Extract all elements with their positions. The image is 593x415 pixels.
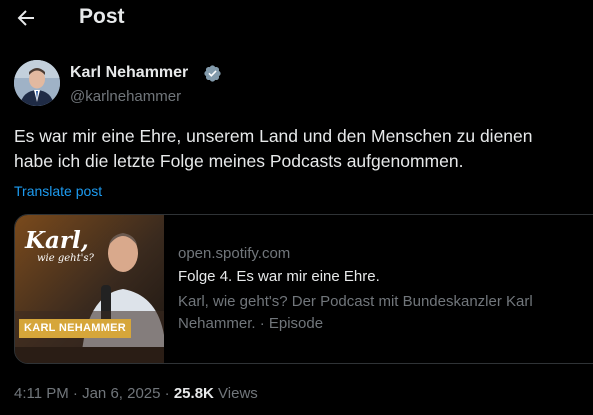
views-count[interactable]: 25.8K [174,385,214,402]
views-label: Views [218,385,258,402]
card-domain: open.spotify.com [178,245,291,262]
avatar[interactable] [14,60,60,106]
thumbnail-title: Karl, [25,227,89,254]
avatar-portrait [14,60,60,106]
post-time[interactable]: 4:11 PM [14,385,69,402]
verified-badge-icon [204,65,221,82]
post-meta: 4:11 PM · Jan 6, 2025 · 25.8K Views [14,385,258,402]
translate-post-link[interactable]: Translate post [14,183,102,199]
thumbnail-banner: KARL NEHAMMER [19,319,131,338]
arrow-left-icon[interactable] [14,6,38,30]
podcast-thumbnail: Karl, wie geht's? KARL NEHAMMER [15,215,164,363]
post-date[interactable]: Jan 6, 2025 [82,385,160,402]
meta-separator: · [72,385,78,402]
author-handle[interactable]: @karlnehammer [70,88,181,105]
thumbnail-subtitle: wie geht's? [37,253,94,264]
card-title: Folge 4. Es war mir eine Ehre. [178,268,380,285]
author-name[interactable]: Karl Nehammer [70,64,188,82]
page-title: Post [79,5,125,28]
meta-separator: · [164,385,170,402]
card-description: Karl, wie geht's? Der Podcast mit Bundes… [178,293,533,332]
link-preview-card[interactable]: Karl, wie geht's? KARL NEHAMMER open.spo… [14,214,593,364]
post-text: Es war mir eine Ehre, unserem Land und d… [14,126,533,171]
top-bar: Post [0,0,593,36]
